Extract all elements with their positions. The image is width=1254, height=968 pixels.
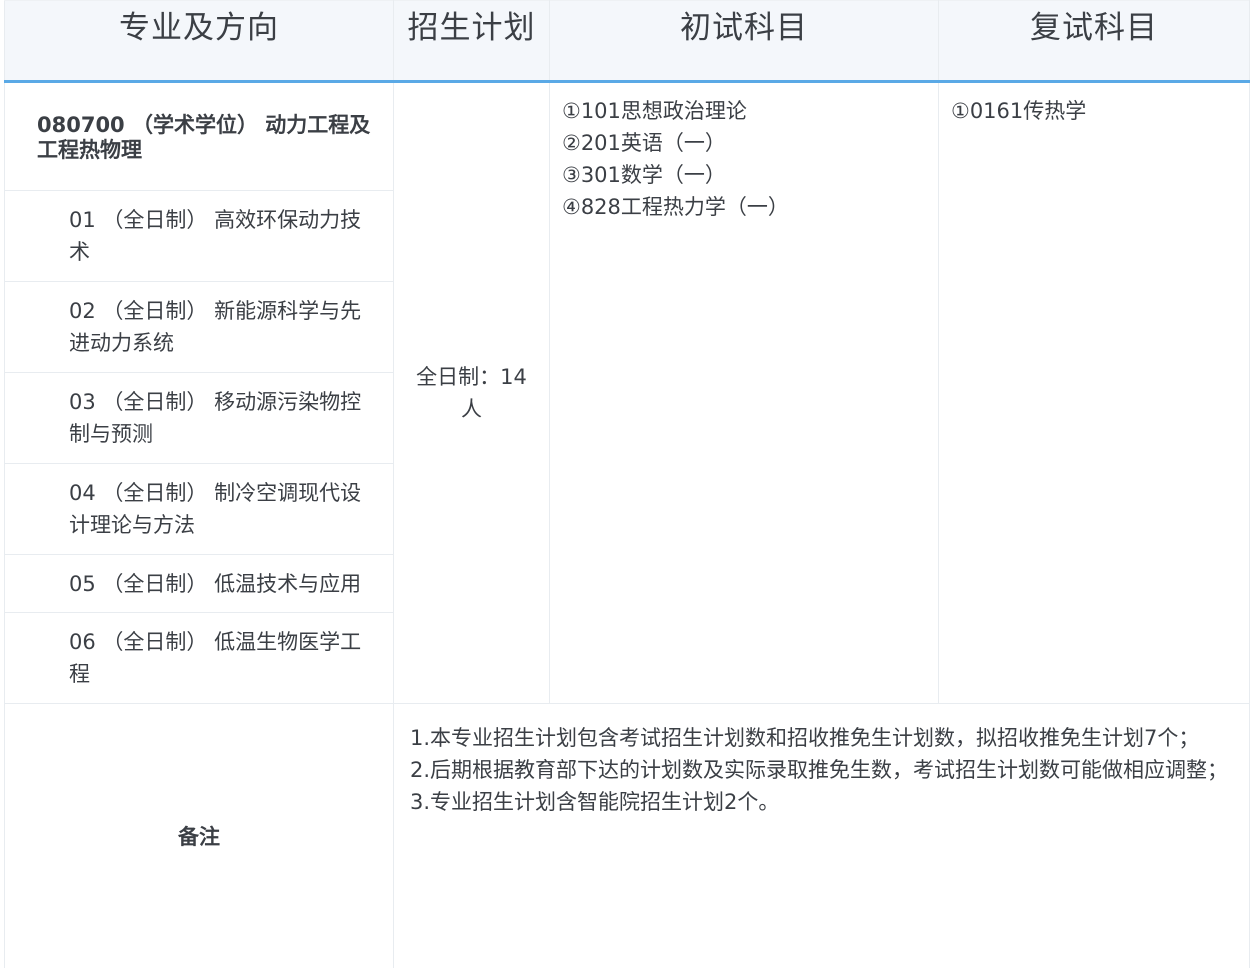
- initial-subject-item: ④828工程热力学（一）: [562, 195, 789, 219]
- table-body: 080700 （学术学位） 动力工程及工程热物理 全日制：14人 ①101思想政…: [4, 81, 1250, 968]
- header-major-direction: 专业及方向: [4, 0, 394, 83]
- table-row: 080700 （学术学位） 动力工程及工程热物理 全日制：14人 ①101思想政…: [4, 81, 1250, 704]
- initial-subject-item: ②201英语（一）: [562, 131, 726, 155]
- direction-item: 06 （全日制） 低温生物医学工程: [4, 612, 394, 704]
- table-header: 专业及方向 招生计划 初试科目 复试科目: [4, 0, 1250, 83]
- remarks-label: 备注: [4, 703, 394, 968]
- remarks-row: 备注 1.本专业招生计划包含考试招生计划数和招收推免生计划数，拟招收推免生计划7…: [4, 703, 1250, 968]
- direction-item: 05 （全日制） 低温技术与应用: [4, 554, 394, 613]
- enrollment-plan-cell: 全日制：14人: [393, 81, 550, 704]
- initial-subject-item: ③301数学（一）: [562, 163, 726, 187]
- direction-item: 02 （全日制） 新能源科学与先进动力系统: [4, 281, 394, 373]
- header-initial-exam-subjects: 初试科目: [549, 0, 939, 83]
- remark-line: 2.后期根据教育部下达的计划数及实际录取推免生数，考试招生计划数可能做相应调整；: [410, 758, 1229, 782]
- header-retest-subjects: 复试科目: [938, 0, 1250, 83]
- direction-item: 03 （全日制） 移动源污染物控制与预测: [4, 372, 394, 464]
- admission-table: 专业及方向 招生计划 初试科目 复试科目 080700 （学术学位） 动力工程及…: [4, 0, 1250, 968]
- retest-subjects-cell: ①0161传热学: [938, 81, 1250, 704]
- admission-page: 专业及方向 招生计划 初试科目 复试科目 080700 （学术学位） 动力工程及…: [0, 0, 1254, 968]
- direction-item: 04 （全日制） 制冷空调现代设计理论与方法: [4, 463, 394, 555]
- retest-subject-item: ①0161传热学: [951, 99, 1087, 123]
- remark-line: 3.专业招生计划含智能院招生计划2个。: [410, 790, 780, 814]
- direction-item: 01 （全日制） 高效环保动力技术: [4, 190, 394, 282]
- major-title: 080700 （学术学位） 动力工程及工程热物理: [4, 81, 394, 191]
- remarks-content: 1.本专业招生计划包含考试招生计划数和招收推免生计划数，拟招收推免生计划7个； …: [393, 703, 1250, 968]
- remark-line: 1.本专业招生计划包含考试招生计划数和招收推免生计划数，拟招收推免生计划7个；: [410, 726, 1200, 750]
- header-row: 专业及方向 招生计划 初试科目 复试科目: [4, 0, 1250, 83]
- initial-subject-item: ①101思想政治理论: [562, 99, 747, 123]
- initial-subjects-cell: ①101思想政治理论 ②201英语（一） ③301数学（一） ④828工程热力学…: [549, 81, 939, 704]
- header-enrollment-plan: 招生计划: [393, 0, 550, 83]
